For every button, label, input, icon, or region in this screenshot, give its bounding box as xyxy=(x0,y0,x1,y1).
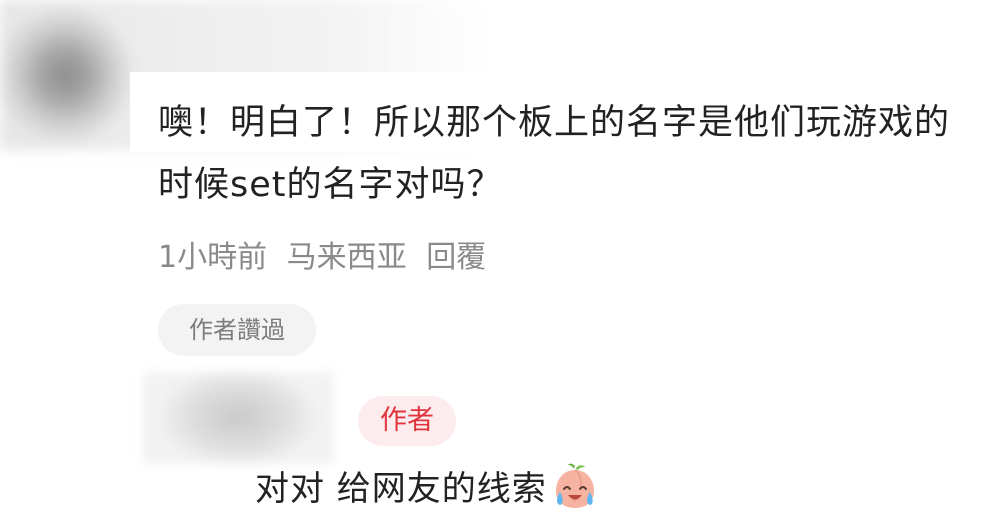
blurred-reply-avatar[interactable] xyxy=(143,372,333,464)
author-badge: 作者 xyxy=(358,396,456,446)
comment-body: 噢！明白了！所以那个板上的名字是他们玩游戏的时候set的名字对吗？ xyxy=(158,103,951,205)
comment-location: 马来西亚 xyxy=(286,240,407,275)
author-liked-badge: 作者讚過 xyxy=(158,304,316,356)
reply-text: 对对 给网友的线索 xyxy=(255,469,547,509)
comment-meta: 1小時前 马来西亚 回覆 xyxy=(158,236,496,280)
comment-thread: 噢！明白了！所以那个板上的名字是他们玩游戏的时候set的名字对吗？ 1小時前 马… xyxy=(0,0,1000,521)
comment-time: 1小時前 xyxy=(158,240,268,275)
reply-body: 对对 给网友的线索 xyxy=(255,462,599,514)
reply-button[interactable]: 回覆 xyxy=(426,240,486,275)
crying-laughing-peach-icon xyxy=(555,463,594,508)
